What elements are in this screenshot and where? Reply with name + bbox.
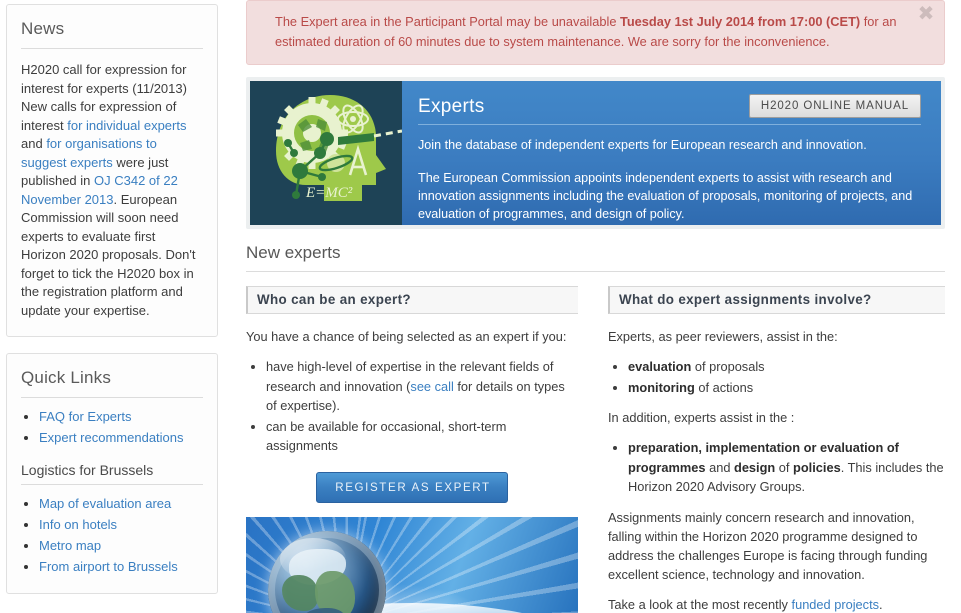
experts-hero-banner: E=MC² Experts H2020 ONLINE MANUAL Join t… xyxy=(246,77,945,229)
list-item: Map of evaluation area xyxy=(39,494,203,514)
left-bullet-list: have high-level of expertise in the rele… xyxy=(246,357,578,456)
news-link-individual-experts[interactable]: for individual experts xyxy=(67,118,186,133)
news-title: News xyxy=(21,19,203,49)
bullet-monitoring-bold: monitoring xyxy=(628,379,695,395)
right-mid-text: In addition, experts assist in the : xyxy=(608,410,795,425)
list-item: evaluation of proposals xyxy=(628,357,945,377)
right-intro-text: Experts, as peer reviewers, assist in th… xyxy=(608,329,838,344)
right-bullet-list-2: preparation, implementation or evaluatio… xyxy=(608,438,945,497)
list-item: From airport to Brussels xyxy=(39,557,203,577)
globe-banner-image xyxy=(246,516,578,613)
list-item: preparation, implementation or evaluatio… xyxy=(628,438,945,497)
column-expert-assignments: What do expert assignments involve? Expe… xyxy=(608,286,945,613)
bullet-evaluation-bold: evaluation xyxy=(628,359,692,374)
sidebar: News H2020 call for expression for inter… xyxy=(0,0,224,610)
right-bullet-list-1: evaluation of proposals monitoring of ac… xyxy=(608,357,945,397)
expert-head-illustration: E=MC² xyxy=(250,81,402,225)
page-root: News H2020 call for expression for inter… xyxy=(0,0,961,613)
left-intro-text: You have a chance of being selected as a… xyxy=(246,329,567,344)
page-title: New experts xyxy=(246,243,945,272)
logistics-link-metro-map[interactable]: Metro map xyxy=(39,538,101,553)
hero-body-text: The European Commission appoints indepen… xyxy=(418,171,913,221)
bullet3-bold-3: policies xyxy=(793,459,841,475)
section-header-what-do-expert-assignments-involve: What do expert assignments involve? xyxy=(608,286,945,314)
quick-link-faq[interactable]: FAQ for Experts xyxy=(39,409,131,424)
hero-lead-text: Join the database of independent experts… xyxy=(418,138,867,152)
funded-text-a: Take a look at the most recently xyxy=(608,596,792,612)
quick-links-panel: Quick Links FAQ for Experts Expert recom… xyxy=(6,353,218,594)
list-item: have high-level of expertise in the rele… xyxy=(266,357,578,416)
logistics-link-airport[interactable]: From airport to Brussels xyxy=(39,559,178,574)
bullet3-bold-2: design xyxy=(734,459,776,475)
right-paragraph-assignments: Assignments mainly concern research and … xyxy=(608,509,928,582)
maintenance-alert: The Expert area in the Participant Porta… xyxy=(246,0,945,65)
news-panel: News H2020 call for expression for inter… xyxy=(6,4,218,337)
quick-links-list: FAQ for Experts Expert recommendations xyxy=(21,407,203,448)
column-who-can-be-expert: Who can be an expert? You have a chance … xyxy=(246,286,578,613)
register-as-expert-button[interactable]: REGISTER AS EXPERT xyxy=(316,471,508,503)
list-item: Info on hotels xyxy=(39,515,203,535)
hero-text-block: Experts H2020 ONLINE MANUAL Join the dat… xyxy=(402,81,941,225)
list-item: FAQ for Experts xyxy=(39,407,203,427)
register-button-wrapper: REGISTER AS EXPERT xyxy=(246,471,578,503)
hero-title: Experts xyxy=(418,96,485,117)
section-header-who-can-be-an-expert: Who can be an expert? xyxy=(246,286,578,314)
bullet-monitoring-rest: of actions xyxy=(694,379,754,395)
svg-text:E=MC²: E=MC² xyxy=(305,185,353,201)
news-text-4: . European Commission will soon need exp… xyxy=(21,191,196,318)
funded-projects-link[interactable]: funded projects xyxy=(792,597,880,612)
quick-link-recommendations[interactable]: Expert recommendations xyxy=(39,430,184,445)
bullet3-text-2: of xyxy=(775,459,794,475)
alert-text-before: The Expert area in the Participant Porta… xyxy=(275,14,620,29)
bullet-evaluation-rest: of proposals xyxy=(691,359,765,374)
main-content: The Expert area in the Participant Porta… xyxy=(224,0,961,613)
logistics-list: Map of evaluation area Info on hotels Me… xyxy=(21,494,203,577)
news-body: H2020 call for expression for interest f… xyxy=(21,61,203,320)
funded-text-b: . xyxy=(879,596,883,612)
logistics-link-info-hotels[interactable]: Info on hotels xyxy=(39,517,117,532)
logistics-link-map-evaluation-area[interactable]: Map of evaluation area xyxy=(39,496,171,511)
right-paragraph-funded: Take a look at the most recently funded … xyxy=(608,595,945,613)
list-item: monitoring of actions xyxy=(628,378,945,398)
list-item: Metro map xyxy=(39,536,203,556)
see-call-link[interactable]: see call xyxy=(410,379,453,394)
list-item: can be available for occasional, short-t… xyxy=(266,417,578,456)
h2020-online-manual-button[interactable]: H2020 ONLINE MANUAL xyxy=(748,94,921,118)
quick-links-title: Quick Links xyxy=(21,368,203,398)
hero-header-row: Experts H2020 ONLINE MANUAL xyxy=(418,94,921,125)
bullet3-text-1: and xyxy=(705,459,734,475)
close-icon[interactable]: ✖ xyxy=(916,3,936,24)
alert-text-bold: Tuesday 1st July 2014 from 17:00 (CET) xyxy=(620,14,861,29)
list-item: Expert recommendations xyxy=(39,428,203,448)
news-text-2: and xyxy=(21,136,47,151)
content-columns: Who can be an expert? You have a chance … xyxy=(246,286,945,613)
logistics-title: Logistics for Brussels xyxy=(21,462,203,485)
